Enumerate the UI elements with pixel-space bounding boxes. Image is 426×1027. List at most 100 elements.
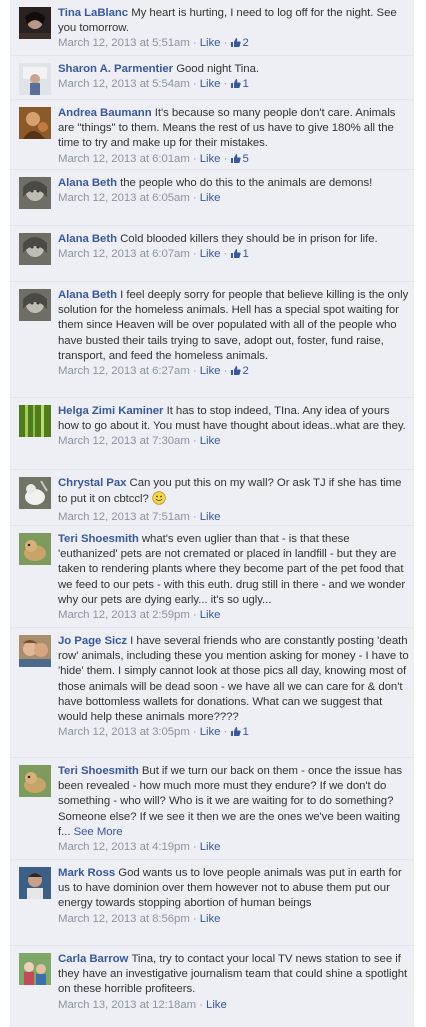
avatar[interactable]: [19, 405, 51, 437]
comment-timestamp[interactable]: March 12, 2013 at 6:05am: [58, 192, 190, 204]
comment-meta: March 12, 2013 at 4:19pm · Like: [58, 841, 221, 854]
like-button[interactable]: Like: [200, 511, 221, 523]
comment-item: Jo Page Sicz I have several friends who a…: [10, 628, 414, 758]
like-count[interactable]: 1: [242, 726, 248, 738]
thumbs-up-icon: [230, 726, 242, 742]
comment-item: Sharon A. Parmentier Good night Tina. Mar…: [10, 56, 414, 100]
like-button[interactable]: Like: [200, 153, 221, 165]
avatar[interactable]: [19, 63, 51, 95]
comment-meta: March 13, 2013 at 12:18am · Like: [58, 998, 227, 1011]
like-button[interactable]: Like: [200, 609, 221, 621]
comment-item: Chrystal Pax Can you put this on my wall?…: [10, 470, 414, 526]
like-button[interactable]: Like: [200, 913, 221, 925]
comment-item: Teri Shoesmith what's even uglier than th…: [10, 526, 414, 628]
avatar[interactable]: [19, 867, 51, 899]
comment-content: Teri Shoesmith what's even uglier than th…: [58, 532, 410, 623]
comment-content: Alana Beth the people who do this to the …: [58, 176, 410, 206]
thumbs-up-icon: [230, 78, 242, 94]
comment-author-link[interactable]: Teri Shoesmith: [58, 765, 142, 777]
comment-item: Alana Beth Cold blooded killers they shou…: [10, 226, 414, 282]
avatar[interactable]: [19, 107, 51, 139]
comment-meta: March 12, 2013 at 6:27am · Like · 2: [58, 364, 410, 381]
thumbs-up-icon: [230, 153, 242, 169]
comment-item: Tina LaBlanc My heart is hurting, I need …: [10, 0, 414, 56]
like-button[interactable]: Like: [200, 37, 221, 49]
comment-meta: March 12, 2013 at 3:05pm · Like · 1: [58, 725, 410, 742]
comment-content: Sharon A. Parmentier Good night Tina. Mar…: [58, 62, 410, 94]
comment-meta: March 12, 2013 at 7:30am · Like: [58, 435, 221, 448]
like-count[interactable]: 2: [242, 37, 248, 49]
comment-author-link[interactable]: Alana Beth: [58, 233, 120, 245]
avatar[interactable]: [19, 533, 51, 565]
comment-text: Good night Tina.: [176, 63, 259, 75]
comment-text: I have several friends who are constantl…: [58, 635, 409, 724]
avatar[interactable]: [19, 177, 51, 209]
comment-timestamp[interactable]: March 12, 2013 at 2:59pm: [58, 609, 190, 621]
like-count[interactable]: 2: [242, 365, 248, 377]
comment-text: Cold blooded killers they should be in p…: [120, 233, 378, 245]
like-count[interactable]: 1: [242, 248, 248, 260]
like-count[interactable]: 5: [242, 153, 248, 165]
comment-timestamp[interactable]: March 12, 2013 at 6:27am: [58, 365, 190, 377]
comment-author-link[interactable]: Teri Shoesmith: [58, 533, 142, 545]
like-button[interactable]: Like: [200, 78, 221, 90]
comment-author-link[interactable]: Carla Barrow: [58, 953, 131, 965]
comment-timestamp[interactable]: March 12, 2013 at 7:30am: [58, 435, 190, 447]
comment-author-link[interactable]: Mark Ross: [58, 867, 118, 879]
like-button[interactable]: Like: [200, 365, 221, 377]
avatar[interactable]: [19, 7, 51, 39]
comment-content: Tina LaBlanc My heart is hurting, I need …: [58, 6, 410, 54]
comment-timestamp[interactable]: March 12, 2013 at 5:54am: [58, 78, 190, 90]
comment-content: Helga Zimi Kaminer It has to stop indeed,…: [58, 404, 410, 450]
comment-timestamp[interactable]: March 12, 2013 at 7:51am: [58, 511, 190, 523]
thumbs-up-icon: [230, 248, 242, 264]
like-button[interactable]: Like: [200, 726, 221, 738]
comment-author-link[interactable]: Alana Beth: [58, 289, 120, 301]
comment-timestamp[interactable]: March 12, 2013 at 6:01am: [58, 153, 190, 165]
comment-meta: March 12, 2013 at 5:51am · Like · 2: [58, 36, 410, 53]
like-button[interactable]: Like: [200, 841, 221, 853]
comment-author-link[interactable]: Andrea Baumann: [58, 107, 155, 119]
comment-timestamp[interactable]: March 12, 2013 at 8:56pm: [58, 913, 190, 925]
comment-author-link[interactable]: Helga Zimi Kaminer: [58, 405, 167, 417]
see-more-link[interactable]: See More: [74, 826, 123, 838]
comment-item: Alana Beth the people who do this to the …: [10, 170, 414, 226]
comment-timestamp[interactable]: March 12, 2013 at 5:51am: [58, 37, 190, 49]
comment-author-link[interactable]: Sharon A. Parmentier: [58, 63, 176, 75]
comment-meta: March 12, 2013 at 5:54am · Like · 1: [58, 77, 410, 94]
like-count[interactable]: 1: [242, 78, 248, 90]
like-button[interactable]: Like: [206, 999, 227, 1011]
comment-timestamp[interactable]: March 12, 2013 at 3:05pm: [58, 726, 190, 738]
avatar[interactable]: [19, 765, 51, 797]
comment-author-link[interactable]: Jo Page Sicz: [58, 635, 130, 647]
comment-meta: March 12, 2013 at 8:56pm · Like: [58, 912, 221, 925]
comment-content: Carla Barrow Tina, try to contact your lo…: [58, 952, 410, 1013]
comment-author-link[interactable]: Alana Beth: [58, 177, 120, 189]
comment-author-link[interactable]: Tina LaBlanc: [58, 7, 131, 19]
comment-timestamp[interactable]: March 12, 2013 at 6:07am: [58, 248, 190, 260]
comment-meta: March 12, 2013 at 6:01am · Like · 5: [58, 152, 410, 169]
comment-timestamp[interactable]: March 12, 2013 at 4:19pm: [58, 841, 190, 853]
like-button[interactable]: Like: [200, 192, 221, 204]
avatar[interactable]: [19, 477, 51, 509]
avatar[interactable]: [19, 953, 51, 985]
avatar[interactable]: [19, 233, 51, 265]
comment-item: Andrea Baumann It's because so many peopl…: [10, 100, 414, 170]
comment-content: Teri Shoesmith But if we turn our back on…: [58, 764, 410, 855]
comment-thread: Tina LaBlanc My heart is hurting, I need …: [10, 0, 414, 1027]
avatar[interactable]: [19, 635, 51, 667]
comment-content: Alana Beth I feel deeply sorry for people…: [58, 288, 410, 381]
comment-item: Helga Zimi Kaminer It has to stop indeed,…: [10, 398, 414, 470]
comment-timestamp[interactable]: March 13, 2013 at 12:18am: [58, 999, 196, 1011]
comment-item: Alana Beth I feel deeply sorry for people…: [10, 282, 414, 398]
comment-item: Carla Barrow Tina, try to contact your lo…: [10, 946, 414, 1027]
comment-content: Chrystal Pax Can you put this on my wall?…: [58, 476, 410, 526]
smiley-icon: [152, 491, 166, 510]
comment-content: Jo Page Sicz I have several friends who a…: [58, 634, 410, 742]
like-button[interactable]: Like: [200, 248, 221, 260]
avatar[interactable]: [19, 289, 51, 321]
comment-content: Mark Ross God wants us to love people ani…: [58, 866, 410, 927]
comment-author-link[interactable]: Chrystal Pax: [58, 477, 130, 489]
like-button[interactable]: Like: [200, 435, 221, 447]
comment-meta: March 12, 2013 at 6:07am · Like · 1: [58, 247, 410, 264]
